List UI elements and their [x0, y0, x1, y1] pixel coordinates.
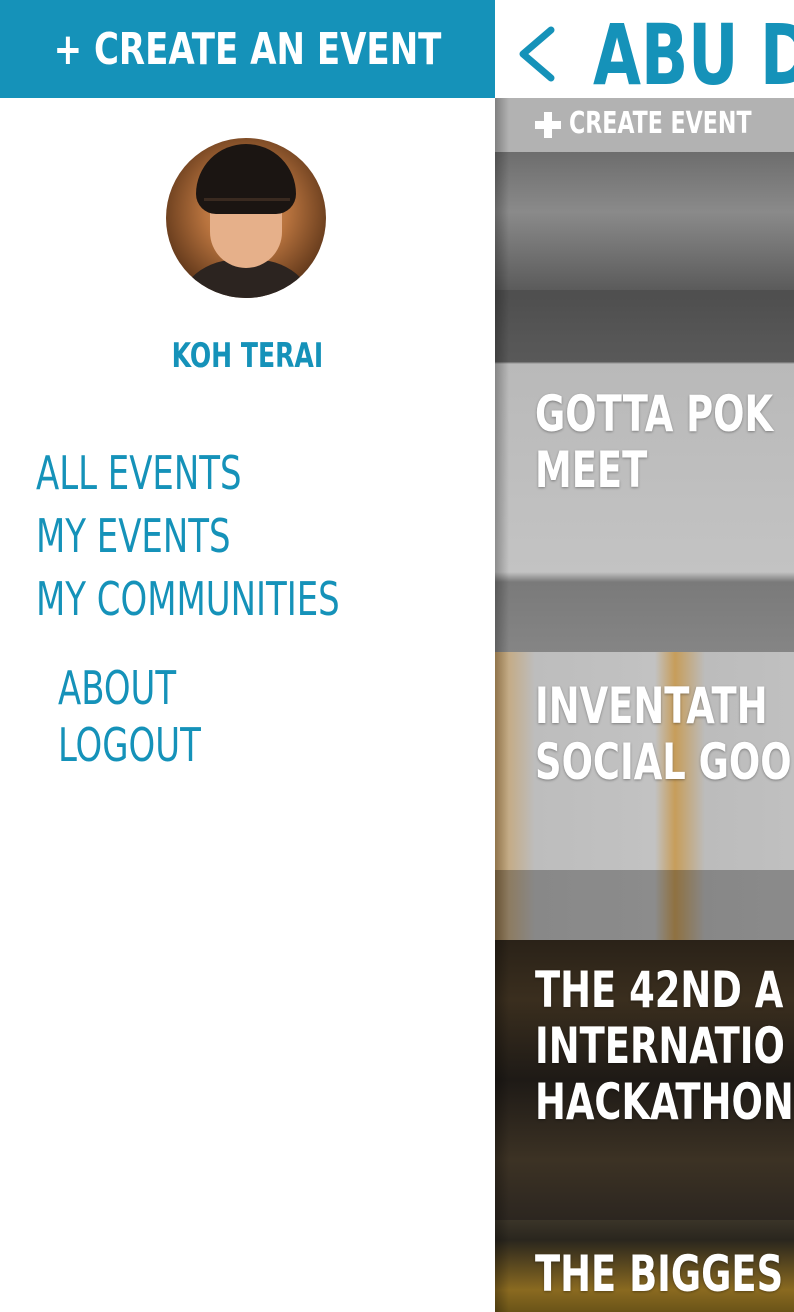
- event-title-line: INVENTATH: [535, 677, 768, 735]
- event-title-line: GOTTA POK: [535, 385, 774, 443]
- card-overlay: [495, 870, 794, 940]
- event-title-line: MEET: [535, 441, 648, 499]
- menu-item-all-events[interactable]: ALL EVENTS: [36, 442, 340, 505]
- menu-item-my-communities[interactable]: MY COMMUNITIES: [36, 568, 340, 631]
- menu-item-logout[interactable]: LOGOUT: [58, 717, 201, 774]
- event-card[interactable]: THE BIGGES: [495, 1220, 794, 1312]
- menu-item-my-events[interactable]: MY EVENTS: [36, 505, 340, 568]
- event-title-line: INTERNATIO: [535, 1017, 785, 1075]
- primary-menu: ALL EVENTS MY EVENTS MY COMMUNITIES: [36, 442, 406, 631]
- event-title: INVENTATH SOCIAL GOO: [535, 678, 792, 790]
- create-event-bar[interactable]: CREATE EVENT: [495, 98, 794, 152]
- event-card[interactable]: THE 42ND A INTERNATIO HACKATHON: [495, 940, 794, 1220]
- city-title: ABU D: [593, 6, 794, 104]
- event-title-line: HACKATHON: [535, 1073, 794, 1131]
- user-name-text: KOH TERAI: [171, 336, 324, 376]
- chevron-left-icon[interactable]: [511, 24, 561, 84]
- event-list: GOTTA POK MEET INVENTATH SOCIAL GOO THE …: [495, 152, 794, 1312]
- create-event-button[interactable]: + CREATE AN EVENT: [0, 0, 495, 98]
- card-overlay: [495, 290, 794, 362]
- event-card[interactable]: GOTTA POK MEET: [495, 152, 794, 652]
- navigation-drawer: + CREATE AN EVENT KOH TERAI ALL EVENTS M…: [0, 0, 495, 1312]
- event-title: GOTTA POK MEET: [535, 386, 773, 498]
- event-title-line: THE BIGGES: [535, 1245, 784, 1303]
- event-title-line: THE 42ND A: [535, 961, 784, 1019]
- event-title: THE BIGGES: [535, 1246, 783, 1302]
- plus-icon: [535, 112, 561, 138]
- drawer-edge-shadow: [495, 98, 509, 1312]
- secondary-menu: ABOUT LOGOUT: [58, 660, 232, 774]
- create-event-bar-label: CREATE EVENT: [569, 106, 752, 141]
- user-avatar[interactable]: [166, 138, 326, 298]
- event-title: THE 42ND A INTERNATIO HACKATHON: [535, 962, 794, 1130]
- menu-item-about[interactable]: ABOUT: [58, 660, 201, 717]
- user-name[interactable]: KOH TERAI: [0, 336, 495, 376]
- create-event-button-label: + CREATE AN EVENT: [53, 23, 442, 75]
- event-title-line: SOCIAL GOO: [535, 733, 792, 791]
- avatar-glasses: [204, 198, 290, 219]
- event-card[interactable]: INVENTATH SOCIAL GOO: [495, 652, 794, 940]
- events-panel: ABU D CREATE EVENT GOTTA POK MEET INVENT…: [495, 0, 794, 1312]
- city-header: ABU D: [495, 0, 794, 104]
